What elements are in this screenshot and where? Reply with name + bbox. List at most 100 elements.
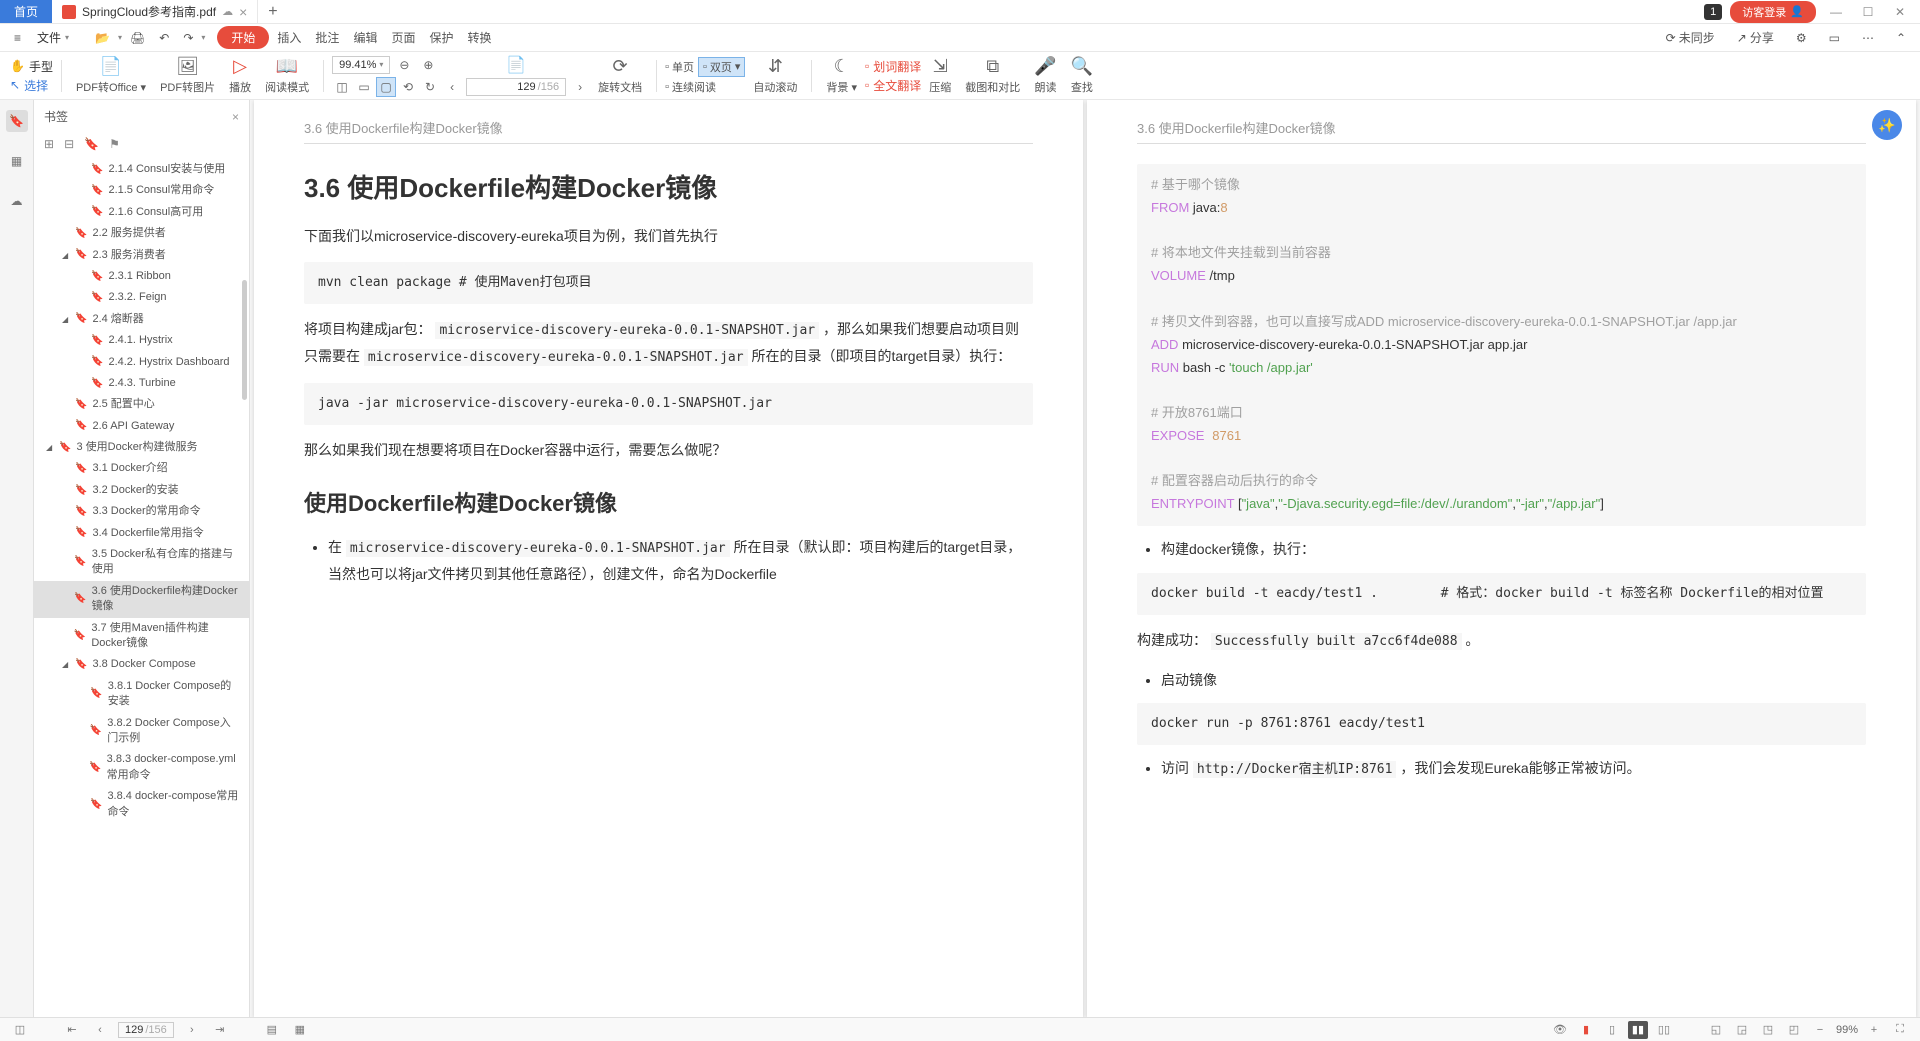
bookmark-item[interactable]: 🔖3.2 Docker的安装 (34, 480, 249, 501)
selection-translate-button[interactable]: ▫ 划词翻译 (865, 58, 921, 75)
gear-icon[interactable]: ⚙ (1790, 28, 1813, 48)
close-window-button[interactable]: ✕ (1888, 2, 1912, 22)
fit-width-icon[interactable]: ▭ (354, 77, 374, 97)
first-page-icon[interactable]: ⇤ (62, 1021, 82, 1039)
zoom-status[interactable]: 99% (1836, 1024, 1858, 1036)
play-button[interactable]: ▷播放 (223, 52, 257, 99)
tool-select[interactable]: ↖选择 (10, 77, 53, 94)
zoom-out-icon[interactable]: ⊖ (394, 55, 414, 75)
bookmark-item[interactable]: 🔖3.1 Docker介绍 (34, 458, 249, 479)
find-button[interactable]: 🔍查找 (1065, 52, 1099, 99)
cloud-save-icon[interactable]: ☁ (222, 5, 233, 18)
add-tab-button[interactable]: + (258, 3, 287, 21)
bookmark-item[interactable]: 🔖3.4 Dockerfile常用指令 (34, 523, 249, 544)
scrollbar-thumb[interactable] (242, 280, 247, 400)
screenshot-compare-button[interactable]: ⧉截图和对比 (959, 52, 1026, 99)
bookmark-item[interactable]: ◢🔖2.3 服务消费者 (34, 245, 249, 266)
hamburger-icon[interactable]: ≡ (8, 28, 27, 48)
read-mode-button[interactable]: 📖阅读模式 (259, 52, 315, 99)
bookmark-item[interactable]: 🔖3.3 Docker的常用命令 (34, 501, 249, 522)
bookmark-item[interactable]: ◢🔖2.4 熔断器 (34, 309, 249, 330)
last-page-icon[interactable]: ⇥ (210, 1021, 230, 1039)
undo-icon[interactable]: ↶ (153, 28, 175, 48)
collapse-ribbon-icon[interactable]: ▭ (1823, 28, 1846, 48)
sync-status[interactable]: ⟳ 未同步 (1660, 26, 1721, 49)
collapse-all-icon[interactable]: ⊟ (64, 137, 74, 151)
layout-book-icon[interactable]: ▯▯ (1654, 1021, 1674, 1039)
tab-home[interactable]: 首页 (0, 0, 52, 23)
share-button[interactable]: ↗ 分享 (1731, 26, 1780, 49)
pdf-to-image-button[interactable]: 🖼PDF转图片 (154, 52, 221, 99)
fit-actual-icon[interactable]: ◫ (332, 77, 352, 97)
bookmark-item[interactable]: 🔖2.4.1. Hystrix (34, 330, 249, 351)
redo-icon[interactable]: ↷ (177, 28, 199, 48)
bookmark-item[interactable]: 🔖2.4.3. Turbine (34, 373, 249, 394)
more-icon[interactable]: ⋯ (1856, 28, 1880, 48)
page-number-input[interactable]: 129/156 (466, 78, 566, 96)
fit-1-icon[interactable]: ◱ (1706, 1021, 1726, 1039)
bookmark-item[interactable]: 🔖2.5 配置中心 (34, 394, 249, 415)
single-page-button[interactable]: ▫ 单页 (665, 59, 694, 75)
bookmark-item[interactable]: 🔖3.8.4 docker-compose常用命令 (34, 786, 249, 823)
tool-hand[interactable]: ✋手型 (10, 58, 53, 75)
zoom-input[interactable]: 99.41% ▾ (332, 56, 390, 74)
sidebar-toggle-icon[interactable]: ◫ (10, 1021, 30, 1039)
chevron-up-icon[interactable]: ⌃ (1890, 28, 1912, 48)
full-translate-button[interactable]: ▫ 全文翻译 (865, 77, 921, 94)
bookmark-item[interactable]: ◢🔖3 使用Docker构建微服务 (34, 437, 249, 458)
assistant-float-button[interactable]: ✨ (1872, 110, 1902, 140)
layout-double-icon[interactable]: ▮▮ (1628, 1021, 1648, 1039)
rotate-button[interactable]: ⟳旋转文档 (592, 52, 648, 99)
add-bookmark-icon[interactable]: 🔖 (84, 137, 99, 151)
fit-page-icon[interactable]: ▢ (376, 77, 396, 97)
zoom-in-status-icon[interactable]: + (1864, 1021, 1884, 1039)
fit-height-icon[interactable]: ⟲ (398, 77, 418, 97)
layout-single-icon[interactable]: ▮ (1576, 1021, 1596, 1039)
bookmark-item[interactable]: 🔖3.8.2 Docker Compose入门示例 (34, 713, 249, 750)
expand-all-icon[interactable]: ⊞ (44, 137, 54, 151)
fit-visible-icon[interactable]: ↻ (420, 77, 440, 97)
bookmark-item[interactable]: 🔖2.3.2. Feign (34, 287, 249, 308)
zoom-in-icon[interactable]: ⊕ (418, 55, 438, 75)
menu-review[interactable]: 批注 (309, 26, 345, 49)
menu-page[interactable]: 页面 (385, 26, 421, 49)
page-status-input[interactable]: 129/156 (118, 1022, 174, 1038)
minimize-button[interactable]: — (1824, 2, 1848, 22)
tab-document[interactable]: SpringCloud参考指南.pdf ☁ × (52, 0, 258, 23)
prev-page-status-icon[interactable]: ‹ (90, 1021, 110, 1039)
fit-2-icon[interactable]: ◲ (1732, 1021, 1752, 1039)
menu-convert[interactable]: 转换 (461, 26, 497, 49)
bookmark-item[interactable]: 🔖2.1.4 Consul安装与使用 (34, 159, 249, 180)
bookmark-item[interactable]: 🔖2.4.2. Hystrix Dashboard (34, 352, 249, 373)
fullscreen-icon[interactable]: ⛶ (1890, 1021, 1910, 1039)
print-icon[interactable]: 🖨 (124, 28, 151, 48)
bookmark-item[interactable]: 🔖3.7 使用Maven插件构建Docker镜像 (34, 618, 249, 655)
bookmark-item[interactable]: 🔖3.8.3 docker-compose.yml常用命令 (34, 749, 249, 786)
fit-4-icon[interactable]: ◰ (1784, 1021, 1804, 1039)
bookmark-item[interactable]: 🔖2.1.5 Consul常用命令 (34, 180, 249, 201)
view-mode-a-icon[interactable]: ▤ (262, 1021, 282, 1039)
bookmark-item[interactable]: 🔖3.6 使用Dockerfile构建Docker镜像 (34, 581, 249, 618)
zoom-out-status-icon[interactable]: − (1810, 1021, 1830, 1039)
read-aloud-button[interactable]: 🎤朗读 (1028, 52, 1062, 99)
view-mode-b-icon[interactable]: ▦ (290, 1021, 310, 1039)
bookmark-item[interactable]: 🔖2.6 API Gateway (34, 416, 249, 437)
menu-insert[interactable]: 插入 (271, 26, 307, 49)
prev-page-icon[interactable]: ‹ (442, 77, 462, 97)
compress-button[interactable]: ⇲压缩 (923, 52, 957, 99)
close-tab-icon[interactable]: × (239, 4, 247, 20)
menu-edit[interactable]: 编辑 (347, 26, 383, 49)
bookmarks-rail-button[interactable]: 🔖 (6, 110, 28, 132)
bookmark-item[interactable]: 🔖3.5 Docker私有仓库的搭建与使用 (34, 544, 249, 581)
bookmark-options-icon[interactable]: ⚑ (109, 137, 120, 151)
auto-scroll-button[interactable]: ⇵自动滚动 (747, 52, 803, 99)
layout-continuous-icon[interactable]: ▯ (1602, 1021, 1622, 1039)
attachments-rail-button[interactable]: ☁ (6, 190, 28, 212)
login-button[interactable]: 访客登录 👤 (1730, 1, 1816, 23)
menu-start[interactable]: 开始 (217, 26, 269, 49)
bookmark-item[interactable]: 🔖3.8.1 Docker Compose的安装 (34, 676, 249, 713)
double-page-button[interactable]: ▫ 双页 ▾ (698, 57, 745, 77)
background-button[interactable]: ☾背景 ▾ (820, 52, 863, 99)
bookmark-item[interactable]: 🔖2.1.6 Consul高可用 (34, 202, 249, 223)
close-bookmarks-icon[interactable]: × (232, 110, 239, 124)
